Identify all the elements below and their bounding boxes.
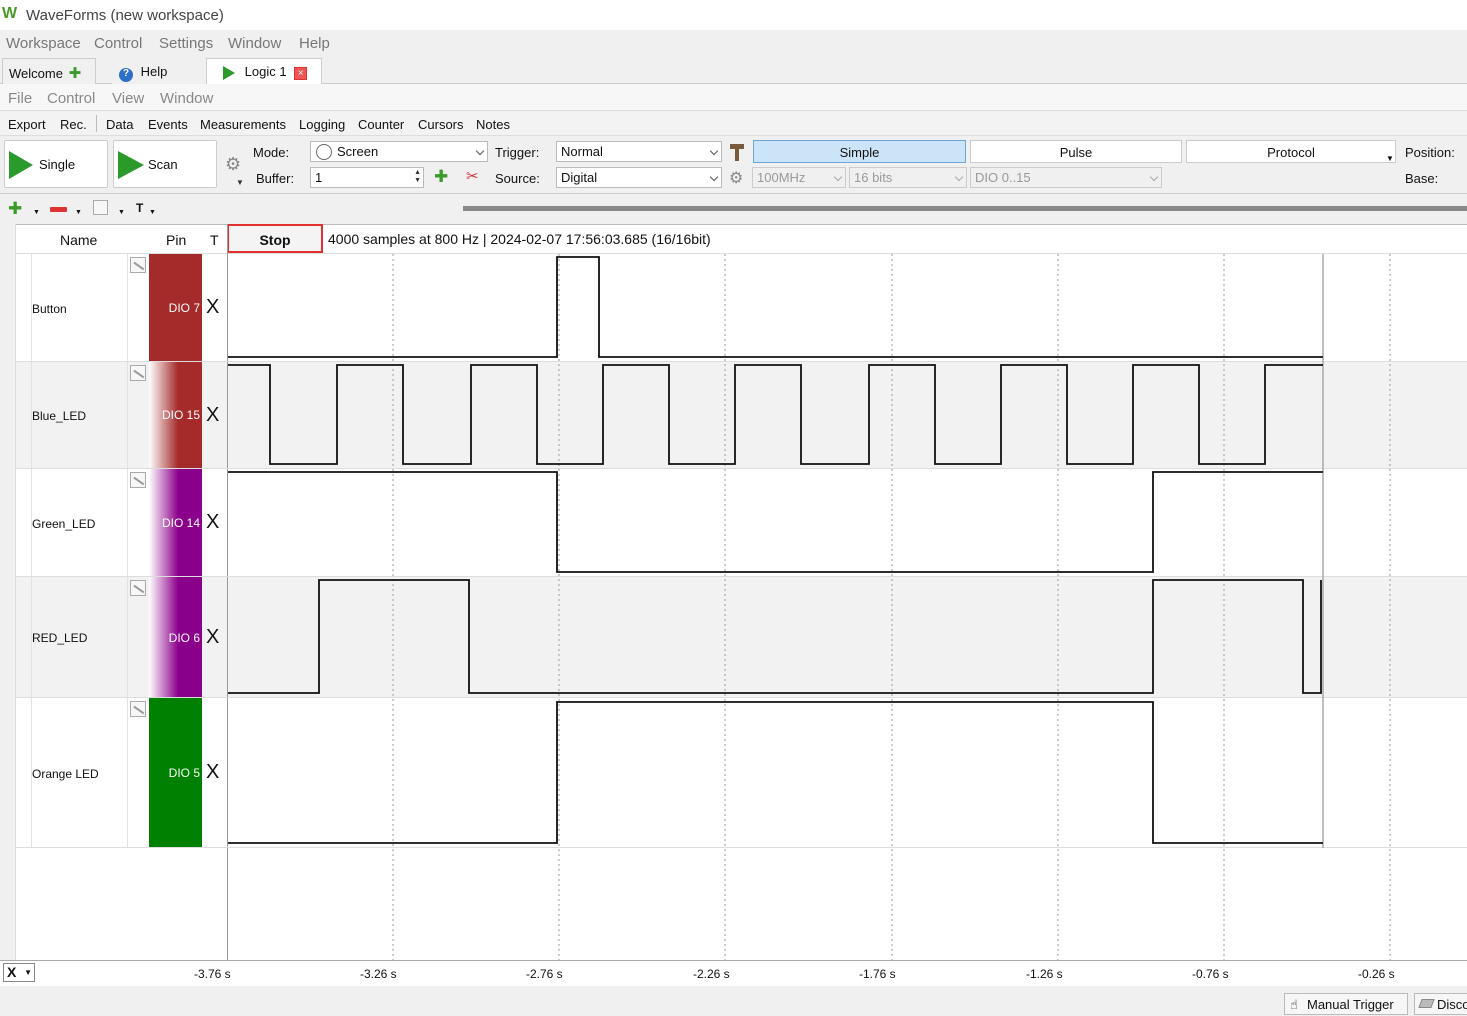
time-axis: -3.76 s -3.26 s -2.76 s -2.26 s -1.76 s … bbox=[0, 960, 1467, 986]
hand-icon: ☝ bbox=[1290, 997, 1298, 1012]
axis-tick-label: -0.26 s bbox=[1358, 967, 1395, 981]
waveform-plot[interactable] bbox=[0, 0, 1467, 1016]
manual-trigger-label: Manual Trigger bbox=[1307, 997, 1394, 1012]
device-icon bbox=[1418, 999, 1435, 1008]
status-bar bbox=[0, 986, 1467, 1016]
axis-tick-label: -3.76 s bbox=[194, 967, 231, 981]
disconnect-button[interactable]: Disco bbox=[1414, 993, 1467, 1015]
x-axis-selector[interactable]: X ▼ bbox=[3, 963, 35, 982]
waveform-red-led bbox=[228, 579, 1322, 694]
manual-trigger-button[interactable]: ☝ Manual Trigger bbox=[1284, 993, 1408, 1015]
axis-tick-label: -0.76 s bbox=[1192, 967, 1229, 981]
axis-tick-label: -3.26 s bbox=[360, 967, 397, 981]
disconnect-label: Disco bbox=[1437, 997, 1467, 1012]
axis-tick-label: -1.26 s bbox=[1026, 967, 1063, 981]
x-axis-selector-value: X bbox=[7, 964, 17, 980]
axis-tick-label: -2.26 s bbox=[693, 967, 730, 981]
waveform-blue-led bbox=[228, 364, 1323, 465]
waveform-green-led bbox=[228, 471, 1323, 573]
chevron-down-icon: ▼ bbox=[24, 968, 32, 977]
waveform-button bbox=[228, 256, 1323, 358]
axis-tick-label: -1.76 s bbox=[859, 967, 896, 981]
waveform-orange-led bbox=[228, 701, 1323, 844]
axis-tick-label: -2.76 s bbox=[526, 967, 563, 981]
